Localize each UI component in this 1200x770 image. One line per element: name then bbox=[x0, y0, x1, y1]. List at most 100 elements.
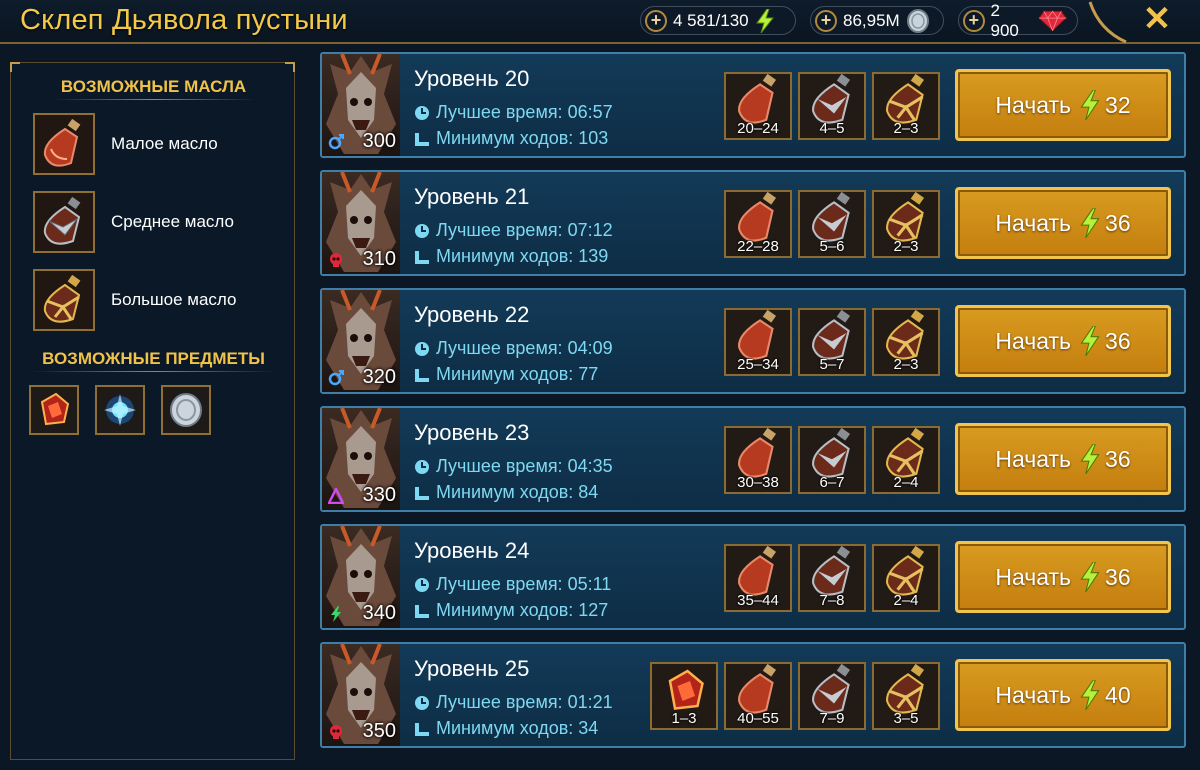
level-row[interactable]: 350 Уровень 25 Лучшее время: 01:21 Миним… bbox=[320, 642, 1186, 748]
start-button[interactable]: Начать 36 bbox=[955, 541, 1171, 613]
start-label: Начать bbox=[995, 681, 1072, 708]
reward-large-oil[interactable]: 3–5 bbox=[872, 662, 940, 730]
reward-medium-oil[interactable]: 7–9 bbox=[798, 662, 866, 730]
boss-power: 310 bbox=[362, 248, 396, 270]
energy-cost: 40 bbox=[1105, 681, 1131, 708]
reward-large-oil[interactable]: 2–3 bbox=[872, 190, 940, 258]
start-label: Начать bbox=[995, 91, 1072, 118]
start-button[interactable]: Начать 36 bbox=[955, 305, 1171, 377]
level-title: Уровень 23 bbox=[414, 420, 530, 445]
best-time: Лучшее время: 06:57 bbox=[414, 102, 613, 123]
best-time: Лучшее время: 04:09 bbox=[414, 338, 613, 359]
affinity-void-icon bbox=[326, 486, 346, 505]
steps-icon bbox=[415, 368, 429, 382]
start-button[interactable]: Начать 32 bbox=[955, 69, 1171, 141]
min-turns-text: Минимум ходов: 84 bbox=[436, 482, 599, 502]
min-turns: Минимум ходов: 127 bbox=[414, 600, 608, 621]
affinity-magic-icon bbox=[328, 370, 344, 386]
min-turns-text: Минимум ходов: 77 bbox=[436, 364, 599, 384]
boss-portrait: 340 bbox=[322, 526, 400, 628]
boss-power: 320 bbox=[362, 366, 396, 388]
reward-large-oil[interactable]: 2–4 bbox=[872, 426, 940, 494]
level-row[interactable]: 340 Уровень 24 Лучшее время: 05:11 Миним… bbox=[320, 524, 1186, 630]
energy-value: 4 581/130 bbox=[673, 10, 749, 30]
blue-artifact-icon[interactable] bbox=[95, 385, 145, 435]
boss-portrait: 300 bbox=[322, 54, 400, 156]
reward-small-oil[interactable]: 35–44 bbox=[724, 544, 792, 612]
best-time-text: Лучшее время: 04:09 bbox=[436, 338, 613, 358]
reward-medium-oil[interactable]: 5–6 bbox=[798, 190, 866, 258]
reward-medium-oil[interactable]: 6–7 bbox=[798, 426, 866, 494]
reward-quantity: 20–24 bbox=[737, 120, 779, 137]
level-row[interactable]: 300 Уровень 20 Лучшее время: 06:57 Миним… bbox=[320, 52, 1186, 158]
reward-small-oil[interactable]: 30–38 bbox=[724, 426, 792, 494]
steps-icon bbox=[415, 132, 429, 146]
energy-counter[interactable]: + 4 581/130 bbox=[640, 6, 796, 35]
reward-quantity: 4–5 bbox=[819, 120, 845, 137]
ruby-icon bbox=[1038, 10, 1067, 31]
reward-medium-oil[interactable]: 5–7 bbox=[798, 308, 866, 376]
boss-portrait: 320 bbox=[322, 290, 400, 392]
reward-large-oil[interactable]: 2–3 bbox=[872, 308, 940, 376]
reward-quantity: 7–8 bbox=[819, 592, 845, 609]
reward-large-oil[interactable]: 2–4 bbox=[872, 544, 940, 612]
red-shard-icon[interactable] bbox=[29, 385, 79, 435]
start-button[interactable]: Начать 36 bbox=[955, 423, 1171, 495]
oils-section-title: ВОЗМОЖНЫЕ МАСЛА bbox=[60, 77, 247, 96]
reward-large-oil[interactable]: 2–3 bbox=[872, 72, 940, 140]
min-turns: Минимум ходов: 103 bbox=[414, 128, 608, 149]
affinity-magic-icon bbox=[328, 134, 344, 150]
items-section-title: ВОЗМОЖНЫЕ ПРЕДМЕТЫ bbox=[42, 349, 265, 368]
reward-quantity: 35–44 bbox=[737, 592, 779, 609]
reward-small-oil[interactable]: 20–24 bbox=[724, 72, 792, 140]
reward-small-oil[interactable]: 25–34 bbox=[724, 308, 792, 376]
reward-quantity: 6–7 bbox=[819, 474, 845, 491]
steps-icon bbox=[415, 250, 429, 264]
reward-quantity: 2–4 bbox=[893, 474, 919, 491]
oil-item-small[interactable]: Малое масло bbox=[33, 113, 218, 175]
add-silver-button[interactable]: + bbox=[815, 9, 837, 32]
add-energy-button[interactable]: + bbox=[645, 9, 667, 32]
best-time-text: Лучшее время: 07:12 bbox=[436, 220, 613, 240]
energy-cost: 36 bbox=[1105, 327, 1131, 354]
level-row[interactable]: 310 Уровень 21 Лучшее время: 07:12 Миним… bbox=[320, 170, 1186, 276]
oil-name: Малое масло bbox=[111, 134, 218, 153]
divider bbox=[31, 371, 276, 372]
reward-small-oil[interactable]: 40–55 bbox=[724, 662, 792, 730]
reward-shard[interactable]: 1–3 bbox=[650, 662, 718, 730]
large-oil-icon bbox=[33, 269, 95, 331]
clock-icon bbox=[415, 695, 429, 710]
panel-corner bbox=[285, 62, 295, 72]
best-time: Лучшее время: 07:12 bbox=[414, 220, 613, 241]
level-row[interactable]: 330 Уровень 23 Лучшее время: 04:35 Миним… bbox=[320, 406, 1186, 512]
oil-item-medium[interactable]: Среднее масло bbox=[33, 191, 234, 253]
affinity-spirit-icon bbox=[328, 606, 344, 622]
reward-quantity: 2–3 bbox=[893, 120, 919, 137]
boss-power: 340 bbox=[362, 602, 396, 624]
level-title: Уровень 24 bbox=[414, 538, 530, 563]
start-button[interactable]: Начать 36 bbox=[955, 187, 1171, 259]
close-button[interactable]: ✕ bbox=[1140, 2, 1174, 36]
min-turns: Минимум ходов: 77 bbox=[414, 364, 598, 385]
start-button[interactable]: Начать 40 bbox=[955, 659, 1171, 731]
silver-value: 86,95M bbox=[843, 10, 900, 30]
oil-name: Большое масло bbox=[111, 290, 237, 309]
oil-item-large[interactable]: Большое масло bbox=[33, 269, 237, 331]
medium-oil-icon bbox=[33, 191, 95, 253]
level-row[interactable]: 320 Уровень 22 Лучшее время: 04:09 Миним… bbox=[320, 288, 1186, 394]
silver-coin-icon[interactable] bbox=[161, 385, 211, 435]
reward-small-oil[interactable]: 22–28 bbox=[724, 190, 792, 258]
reward-medium-oil[interactable]: 7–8 bbox=[798, 544, 866, 612]
steps-icon bbox=[415, 486, 429, 500]
steps-icon bbox=[415, 604, 429, 618]
add-gems-button[interactable]: + bbox=[963, 9, 985, 32]
reward-quantity: 2–4 bbox=[893, 592, 919, 609]
gems-counter[interactable]: + 2 900 bbox=[958, 1, 1078, 40]
start-label: Начать bbox=[995, 209, 1072, 236]
gems-value: 2 900 bbox=[990, 0, 1019, 40]
affinity-force-icon bbox=[328, 252, 344, 268]
energy-icon bbox=[755, 8, 774, 33]
reward-medium-oil[interactable]: 4–5 bbox=[798, 72, 866, 140]
silver-counter[interactable]: + 86,95M bbox=[810, 6, 944, 35]
oil-name: Среднее масло bbox=[111, 212, 234, 231]
